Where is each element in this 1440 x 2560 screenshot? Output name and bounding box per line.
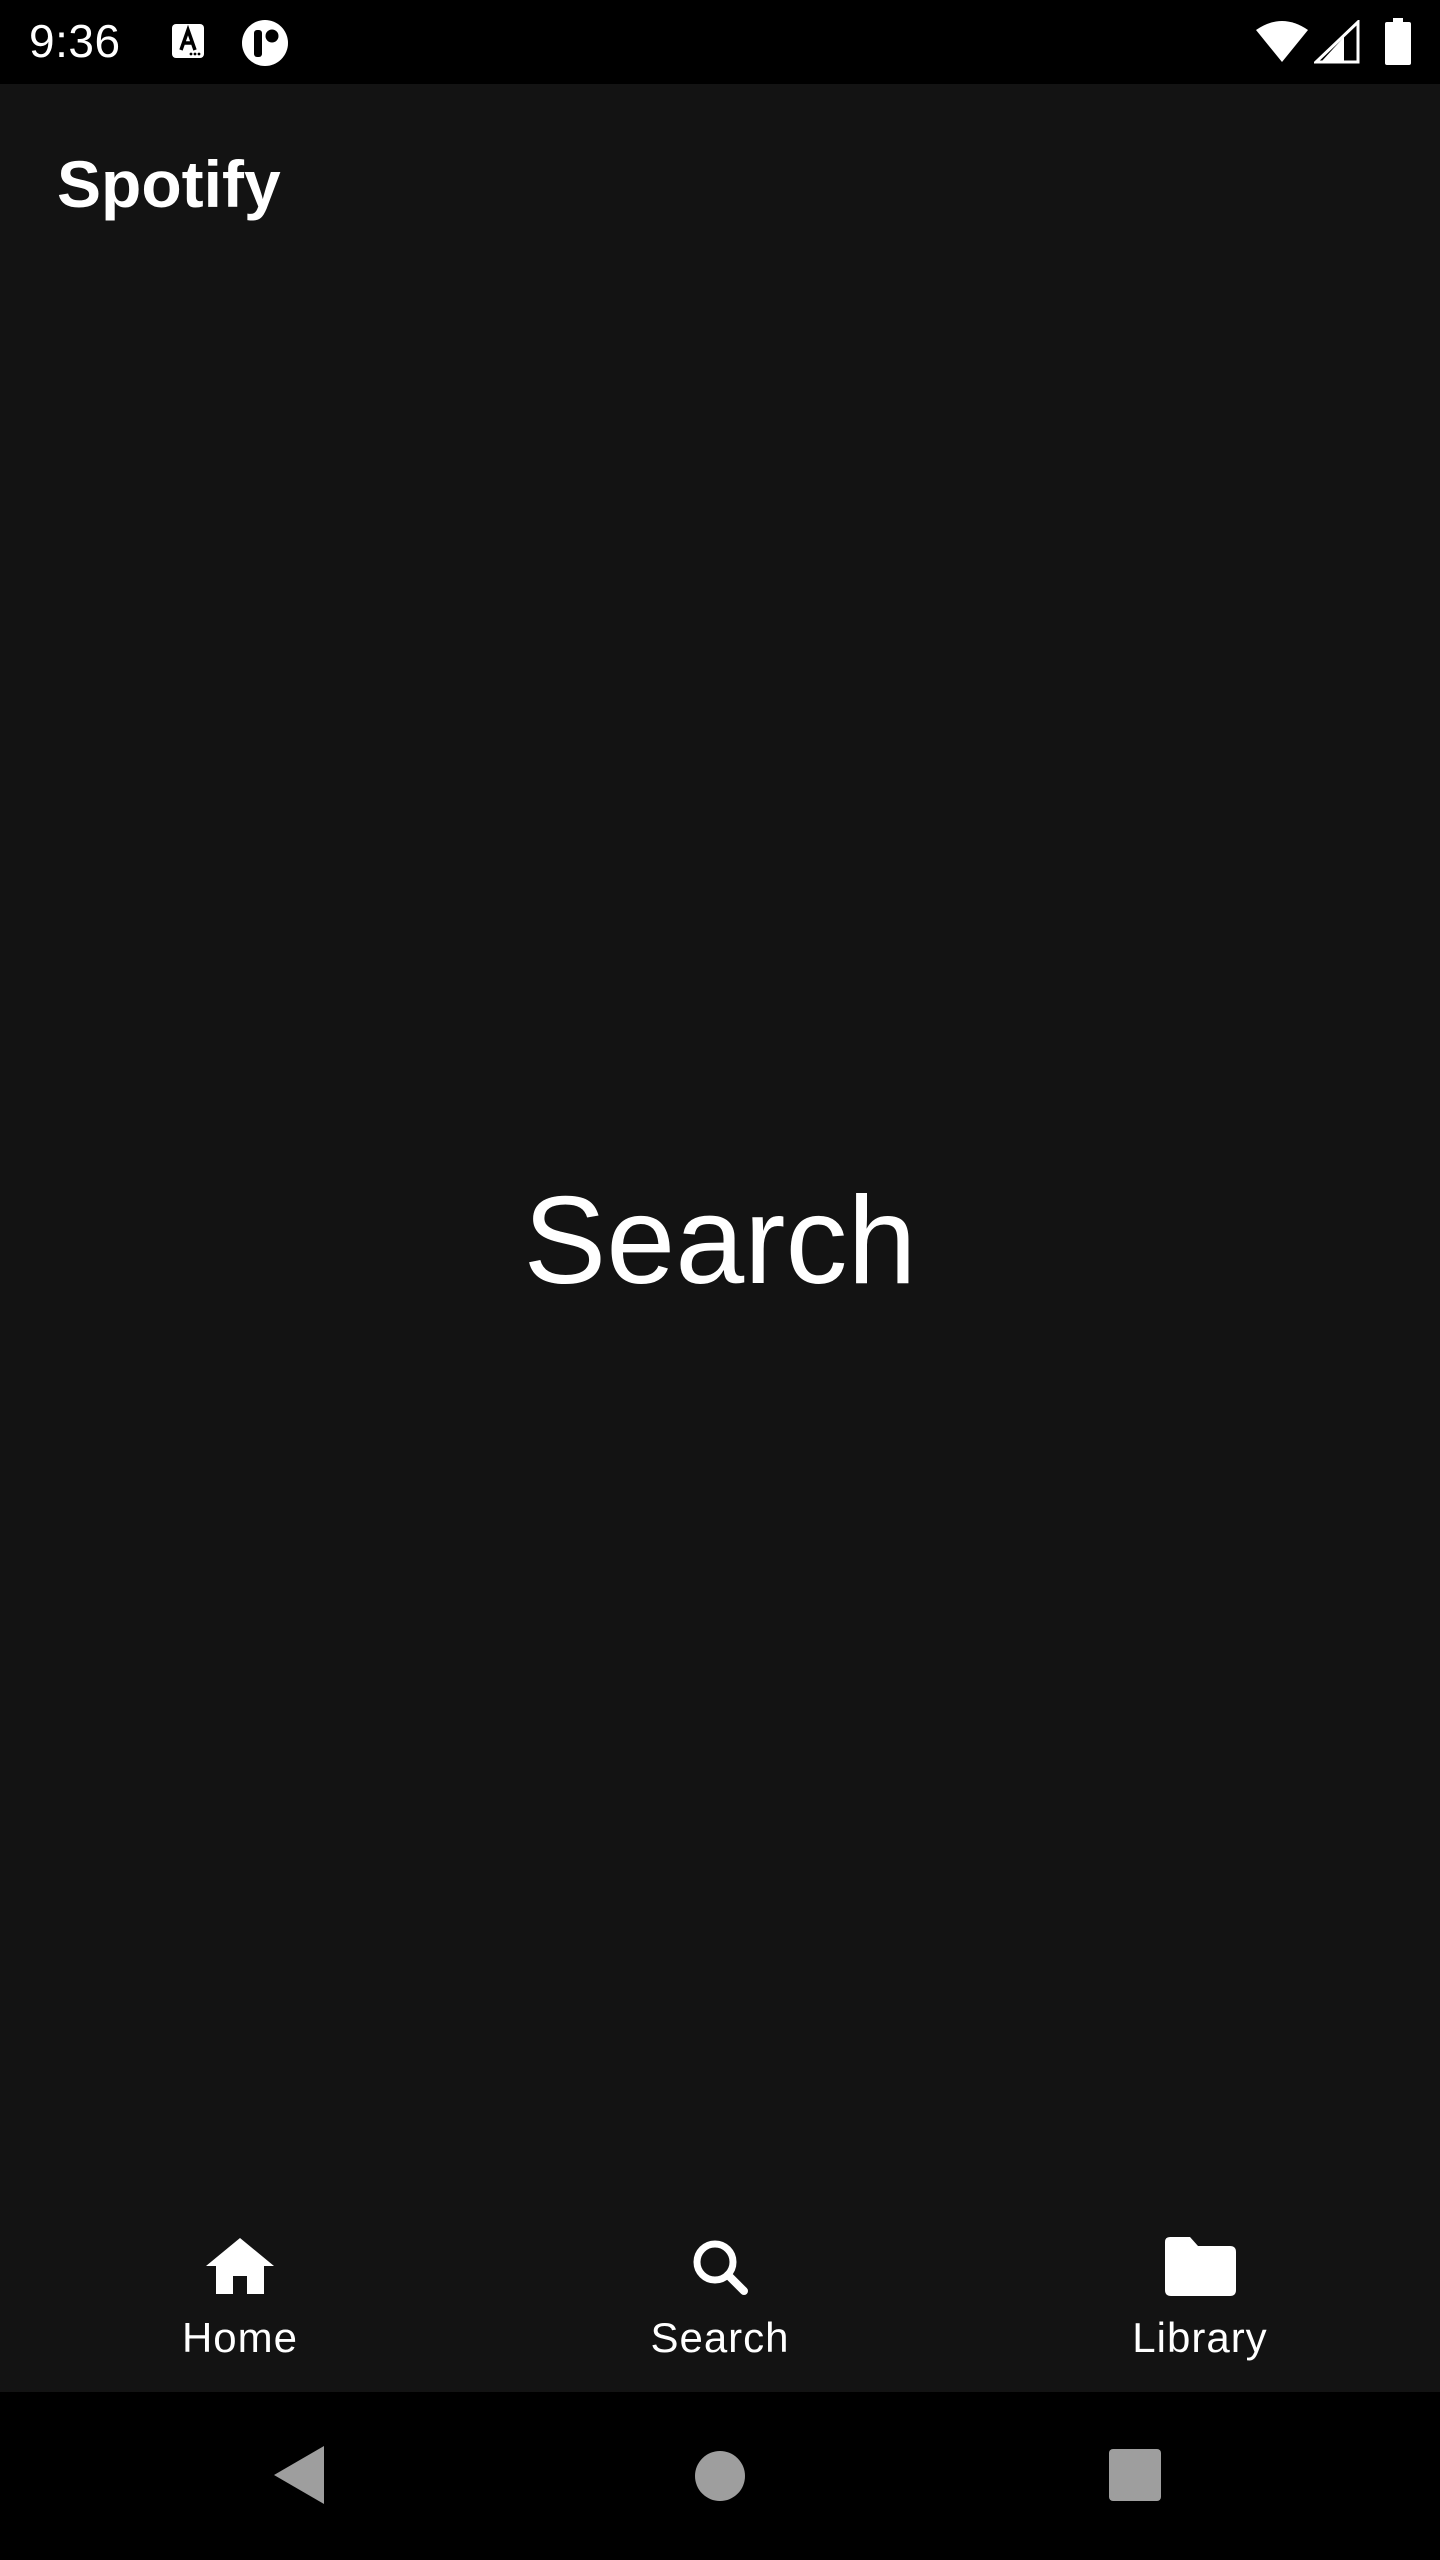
home-icon	[206, 2238, 274, 2294]
app-notification-icon	[242, 20, 288, 66]
nav-item-home[interactable]: Home	[0, 2186, 480, 2392]
recents-button[interactable]	[1108, 2448, 1162, 2502]
home-button[interactable]	[694, 2450, 746, 2502]
back-button[interactable]	[270, 2444, 330, 2506]
search-icon	[693, 2240, 748, 2295]
app-title: Spotify	[57, 147, 281, 221]
wifi-icon	[1256, 21, 1308, 62]
page-heading: Search	[523, 1172, 917, 1310]
nav-item-search[interactable]: Search	[480, 2186, 960, 2392]
text-notification-icon	[172, 24, 204, 58]
signal-icon	[1314, 20, 1360, 64]
bottom-navigation: Home Search Library	[0, 2186, 1440, 2392]
folder-icon	[1165, 2237, 1236, 2296]
status-time: 9:36	[29, 15, 121, 67]
battery-icon	[1385, 18, 1411, 65]
nav-item-library[interactable]: Library	[960, 2186, 1440, 2392]
status-bar: 9:36	[0, 0, 1440, 84]
nav-label-library: Library	[1132, 2314, 1268, 2361]
app-screen: 9:36 Spotify Search Home Search Library	[0, 0, 1440, 2560]
nav-label-search: Search	[650, 2314, 790, 2361]
nav-label-home: Home	[181, 2314, 299, 2361]
